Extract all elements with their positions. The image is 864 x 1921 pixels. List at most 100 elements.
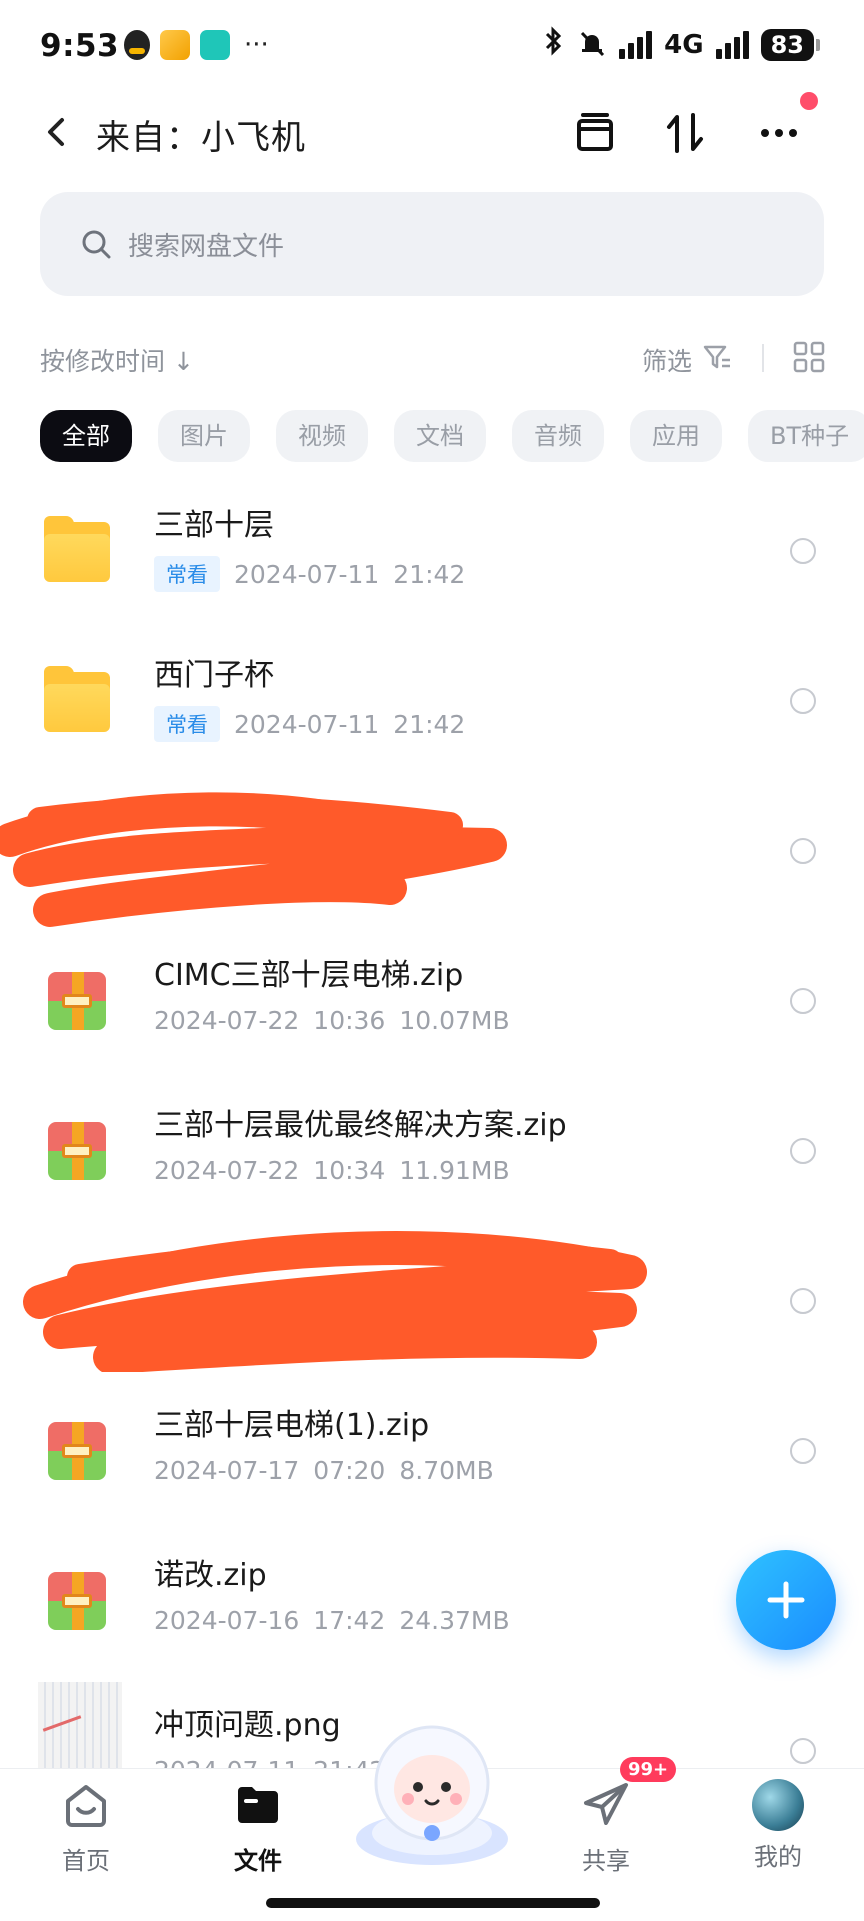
file-name: CIMC三部十层电梯.zip	[154, 958, 464, 993]
chip-bt-torrents[interactable]: BT种子	[748, 410, 864, 462]
select-checkbox[interactable]	[790, 1138, 816, 1164]
file-time: 21:42	[393, 559, 466, 589]
list-item-zip[interactable]: CIMC三部十层电梯.zip 2024-07-22 10:36 10.07MB	[0, 928, 864, 1078]
select-checkbox[interactable]	[790, 688, 816, 714]
mute-bell-icon	[577, 28, 607, 62]
list-item-redacted[interactable]	[0, 1228, 864, 1378]
share-count-badge: 99+	[620, 1757, 677, 1782]
more-menu-button[interactable]	[754, 108, 804, 158]
sort-by-modified[interactable]: 按修改时间 ↓	[40, 342, 194, 378]
nav-files[interactable]: 文件	[198, 1779, 318, 1876]
nav-mine[interactable]: 我的	[718, 1779, 838, 1872]
folder-icon	[44, 516, 114, 586]
archive-button[interactable]	[570, 108, 620, 158]
status-right: 4G 83	[543, 26, 821, 63]
file-size: 11.91MB	[399, 1156, 510, 1185]
chip-images[interactable]: 图片	[158, 410, 250, 462]
chip-audio[interactable]: 音频	[512, 410, 604, 462]
file-meta: 2024-07-11 21:42	[154, 1756, 385, 1768]
list-item-zip[interactable]: 三部十层最优最终解决方案.zip 2024-07-22 10:34 11.91M…	[0, 1078, 864, 1228]
file-time: 21:42	[393, 709, 466, 739]
more-notifications-icon: ···	[244, 30, 269, 60]
ai-assistant-mascot[interactable]	[352, 1721, 512, 1869]
archive-icon	[577, 113, 613, 151]
status-bar: 9:53 ··· 4G 83	[0, 0, 864, 96]
list-item-zip[interactable]: 诺改.zip 2024-07-16 17:42 24.37MB	[0, 1528, 864, 1678]
signal-icon-2	[715, 30, 749, 59]
avatar	[752, 1779, 804, 1831]
network-type: 4G	[664, 29, 704, 60]
search-icon	[82, 230, 111, 259]
file-meta: 2024-07-22 10:36 10.07MB	[154, 1006, 510, 1035]
signal-icon	[619, 30, 653, 59]
add-file-button[interactable]	[736, 1550, 836, 1650]
zip-archive-icon	[44, 1416, 114, 1486]
boss-app-icon	[200, 30, 230, 60]
file-date: 2024-07-11	[234, 709, 380, 739]
file-date: 2024-07-22	[154, 1156, 300, 1185]
frequent-tag: 常看	[154, 706, 220, 742]
file-meta: 2024-07-16 17:42 24.37MB	[154, 1606, 510, 1635]
file-date: 2024-07-16	[154, 1606, 300, 1635]
folder-icon	[44, 666, 114, 736]
nav-home-label: 首页	[62, 1847, 110, 1875]
file-meta: 2024-07-17 07:20 8.70MB	[154, 1456, 494, 1485]
list-item-zip[interactable]: 三部十层电梯(1).zip 2024-07-17 07:20 8.70MB	[0, 1378, 864, 1528]
sort-arrows-icon	[667, 113, 703, 153]
select-checkbox[interactable]	[790, 1738, 816, 1764]
qq-icon	[124, 30, 150, 60]
notes-app-icon	[160, 30, 190, 60]
battery-level: 83	[760, 28, 821, 61]
file-name: 三部十层	[154, 508, 274, 543]
search-input[interactable]: 搜索网盘文件	[40, 192, 824, 296]
filter-icon[interactable]	[702, 342, 732, 372]
select-checkbox[interactable]	[790, 1288, 816, 1314]
nav-share-label: 共享	[582, 1847, 630, 1875]
chip-all[interactable]: 全部	[40, 410, 132, 462]
folder-nav-icon	[238, 1787, 278, 1823]
file-name: 冲顶问题.png	[154, 1708, 341, 1743]
list-item-folder[interactable]: 三部十层 常看 2024-07-11 21:42	[0, 478, 864, 628]
chip-videos[interactable]: 视频	[276, 410, 368, 462]
file-meta: 2024-07-22 10:34 11.91MB	[154, 1156, 510, 1185]
notification-dot	[800, 92, 818, 110]
bluetooth-icon	[543, 26, 565, 63]
grid-view-icon[interactable]	[792, 340, 826, 374]
file-date: 2024-07-11	[154, 1756, 299, 1768]
file-date: 2024-07-11	[234, 559, 380, 589]
file-size: 10.07MB	[399, 1006, 510, 1035]
nav-files-label: 文件	[234, 1847, 282, 1875]
zip-archive-icon	[44, 966, 114, 1036]
image-thumbnail	[38, 1682, 122, 1768]
select-checkbox[interactable]	[790, 838, 816, 864]
file-name: 西门子杯	[154, 658, 274, 693]
nav-mine-label: 我的	[754, 1843, 802, 1871]
filter-button[interactable]: 筛选	[642, 342, 692, 378]
home-indicator	[266, 1898, 600, 1908]
zip-archive-icon	[44, 1116, 114, 1186]
chip-apps[interactable]: 应用	[630, 410, 722, 462]
sort-button[interactable]	[660, 108, 710, 158]
file-date: 2024-07-22	[154, 1006, 300, 1035]
file-time: 10:36	[313, 1006, 386, 1035]
file-size: 8.70MB	[399, 1456, 494, 1485]
file-name: 诺改.zip	[154, 1558, 267, 1593]
page-title: 来自：小飞机	[96, 118, 306, 158]
nav-home[interactable]: 首页	[26, 1779, 146, 1876]
plus-icon	[767, 1581, 805, 1619]
file-date: 2024-07-17	[154, 1456, 300, 1485]
list-item-folder[interactable]: 西门子杯 常看 2024-07-11 21:42	[0, 628, 864, 778]
status-app-icons: ···	[124, 30, 269, 60]
select-checkbox[interactable]	[790, 538, 816, 564]
back-button[interactable]	[38, 112, 78, 152]
file-time: 17:42	[313, 1606, 386, 1635]
frequent-tag: 常看	[154, 556, 220, 592]
file-time: 07:20	[313, 1456, 386, 1485]
paper-plane-icon	[584, 1783, 628, 1825]
chip-documents[interactable]: 文档	[394, 410, 486, 462]
select-checkbox[interactable]	[790, 988, 816, 1014]
select-checkbox[interactable]	[790, 1438, 816, 1464]
nav-share[interactable]: 共享	[546, 1779, 666, 1876]
list-item-redacted[interactable]	[0, 778, 864, 928]
home-icon	[66, 1785, 106, 1827]
